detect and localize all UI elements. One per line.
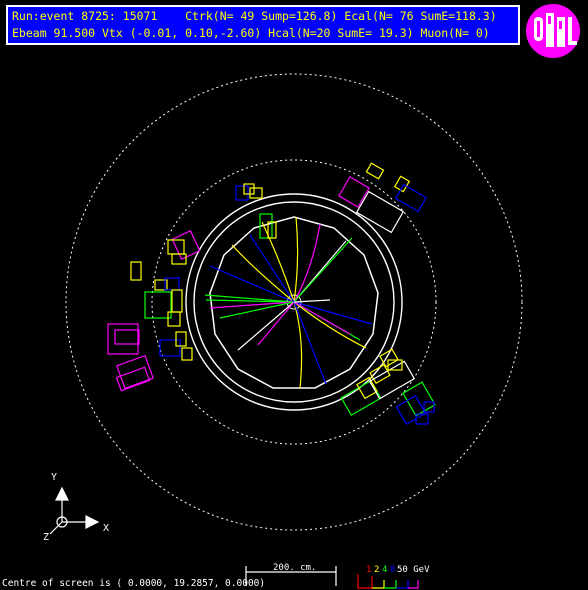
ecal-block <box>235 185 249 201</box>
ecal-block <box>144 291 172 319</box>
ecal-block <box>393 175 411 193</box>
z-axis-label: Z <box>43 532 49 543</box>
ecal-block <box>249 187 263 199</box>
x-axis-label: X <box>103 523 109 534</box>
ecal-block <box>114 329 140 345</box>
energy-label-8: 8 <box>390 565 395 575</box>
energy-label-2: 2 <box>374 565 379 575</box>
track <box>293 301 373 325</box>
centre-of-screen-text: Centre of screen is ( 0.0000, 19.2857, 0… <box>2 578 265 589</box>
track <box>293 216 299 303</box>
hcal-block <box>116 354 154 390</box>
ecal-block <box>175 331 187 347</box>
track <box>293 301 351 335</box>
calorimeter-clusters <box>107 162 436 425</box>
hcal-block <box>338 176 370 208</box>
energy-label-4: 4 <box>382 565 387 575</box>
tracks <box>204 216 373 389</box>
ecal-block <box>365 162 385 180</box>
ecal-block <box>167 311 181 327</box>
ecal-block <box>369 363 391 385</box>
energy-label-50gev: 50 GeV <box>397 565 430 575</box>
track <box>293 237 353 303</box>
hcal-block <box>395 395 427 425</box>
track <box>293 301 303 389</box>
track <box>231 244 295 303</box>
hcal-block <box>394 183 428 213</box>
ecal-block <box>130 261 142 281</box>
ecal-block <box>181 347 193 361</box>
ecal-block <box>368 360 416 400</box>
ecal-block <box>171 253 187 265</box>
track <box>293 299 331 303</box>
scale-bar-label: 200. cm. <box>273 563 316 573</box>
energy-scale <box>357 574 419 589</box>
event-display: Y X Z 200. cm. 1 2 4 8 50 GeV Centre of … <box>2 73 523 589</box>
hcal-block <box>107 323 139 355</box>
ecal-block <box>171 289 183 313</box>
ecal-block <box>159 339 181 357</box>
y-axis-label: Y <box>51 472 57 483</box>
axes-indicator <box>49 486 100 535</box>
track <box>237 301 295 351</box>
energy-label-1: 1 <box>366 565 371 575</box>
